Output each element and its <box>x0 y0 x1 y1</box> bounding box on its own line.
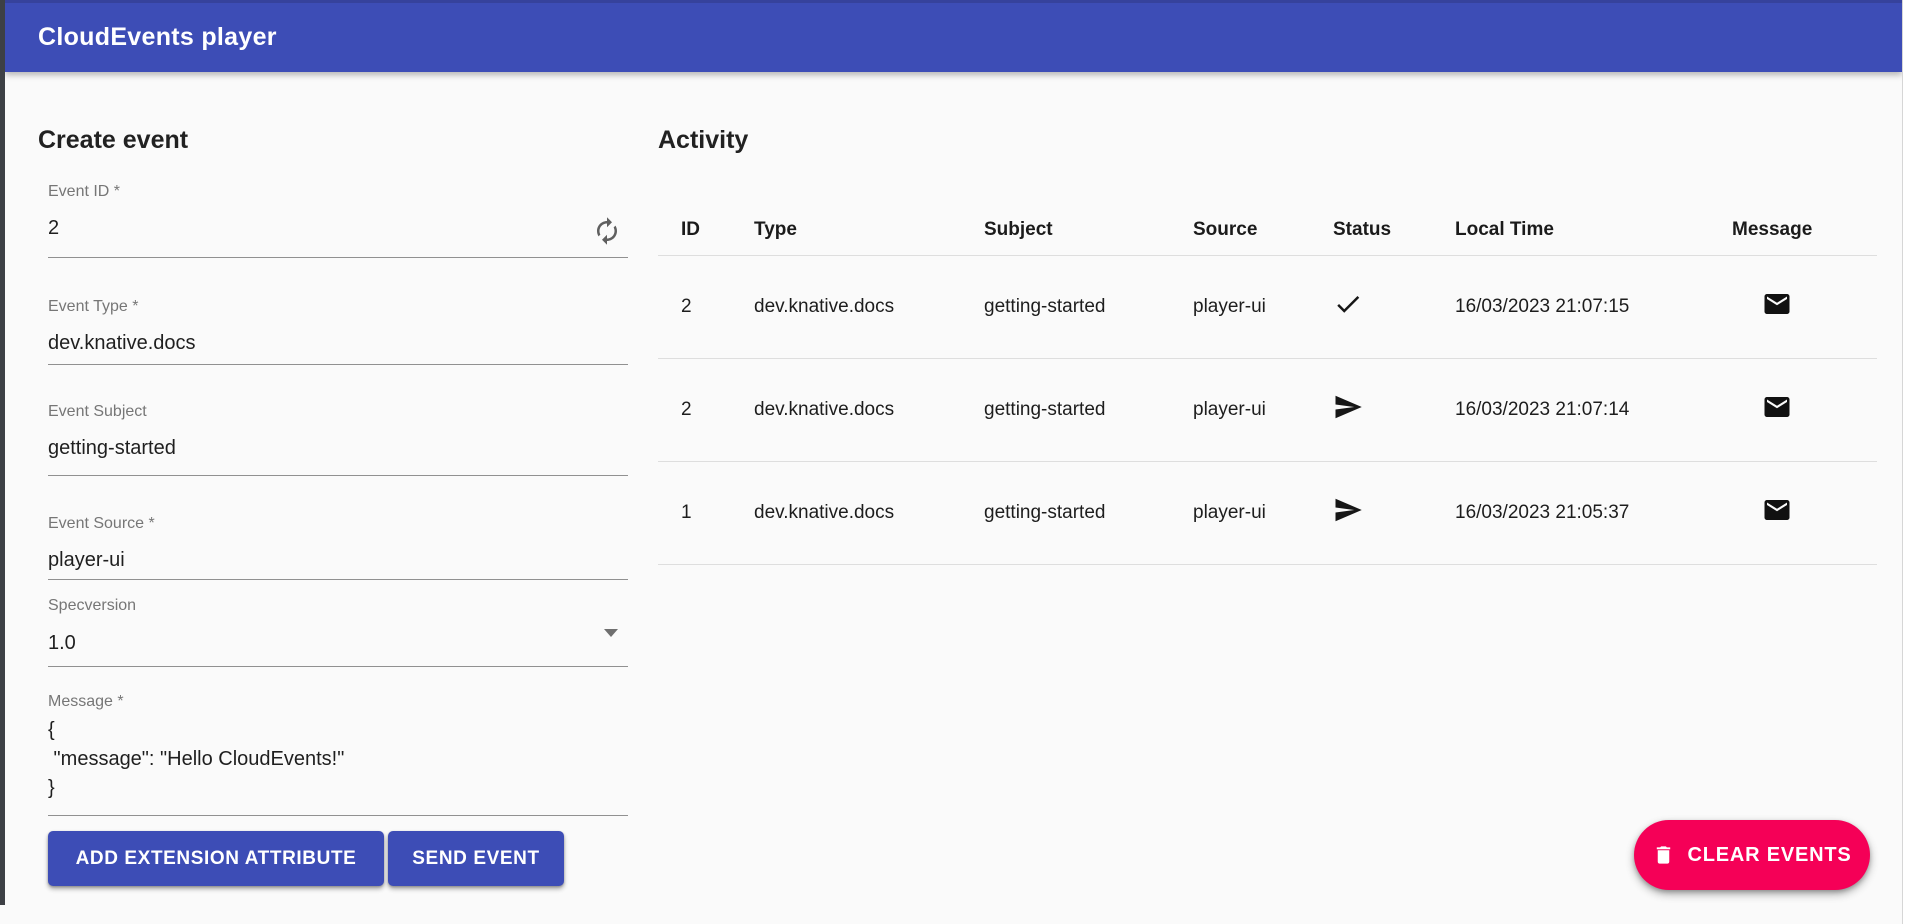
message-label: Message * <box>48 692 628 712</box>
table-row: 2 dev.knative.docs getting-started playe… <box>658 256 1877 359</box>
specversion-field[interactable]: Specversion 1.0 <box>48 596 628 667</box>
message-textarea[interactable]: { "message": "Hello CloudEvents!" } <box>48 716 628 808</box>
event-source-label: Event Source * <box>48 514 628 534</box>
send-icon <box>1333 495 1455 531</box>
event-source-field: Event Source * <box>48 514 628 580</box>
email-icon[interactable] <box>1732 289 1877 325</box>
window-left-edge <box>0 0 5 905</box>
activity-panel: Activity ID Type Subject Source Status L… <box>658 72 1877 565</box>
specversion-label: Specversion <box>48 596 628 616</box>
cell-type: dev.knative.docs <box>754 502 984 524</box>
cell-id: 2 <box>658 296 754 318</box>
col-header-local-time: Local Time <box>1455 218 1732 242</box>
col-header-subject: Subject <box>984 218 1193 242</box>
send-event-button[interactable]: SEND EVENT <box>388 831 564 886</box>
table-row: 2 dev.knative.docs getting-started playe… <box>658 359 1877 462</box>
cell-source: player-ui <box>1193 502 1333 524</box>
cell-type: dev.knative.docs <box>754 296 984 318</box>
cell-type: dev.knative.docs <box>754 399 984 421</box>
send-icon <box>1333 392 1455 428</box>
col-header-source: Source <box>1193 218 1333 242</box>
app-bar: CloudEvents player <box>5 0 1902 72</box>
event-id-field: Event ID * <box>48 182 628 258</box>
activity-heading: Activity <box>658 123 1877 157</box>
event-id-label: Event ID * <box>48 182 628 202</box>
event-id-input[interactable] <box>48 214 628 242</box>
dropdown-caret-icon <box>604 629 618 637</box>
cell-source: player-ui <box>1193 296 1333 318</box>
cell-source: player-ui <box>1193 399 1333 421</box>
col-header-id: ID <box>658 218 754 242</box>
cell-local-time: 16/03/2023 21:05:37 <box>1455 502 1732 524</box>
create-event-panel: Create event Event ID * Event Type * Eve… <box>37 72 633 886</box>
cell-subject: getting-started <box>984 296 1193 318</box>
table-row: 1 dev.knative.docs getting-started playe… <box>658 462 1877 565</box>
autorenew-icon[interactable] <box>592 216 624 248</box>
clear-events-label: CLEAR EVENTS <box>1687 844 1851 867</box>
check-icon <box>1333 289 1455 325</box>
event-type-field: Event Type * <box>48 297 628 365</box>
cell-local-time: 16/03/2023 21:07:14 <box>1455 399 1732 421</box>
cell-id: 1 <box>658 502 754 524</box>
form-actions: ADD EXTENSION ATTRIBUTE SEND EVENT <box>48 831 628 886</box>
event-source-input[interactable] <box>48 546 628 574</box>
create-event-heading: Create event <box>38 123 633 157</box>
event-subject-label: Event Subject <box>48 402 628 422</box>
col-header-status: Status <box>1333 218 1455 242</box>
cloudevents-player-page: CloudEvents player Create event Event ID… <box>0 0 1905 924</box>
email-icon[interactable] <box>1732 392 1877 428</box>
cell-local-time: 16/03/2023 21:07:15 <box>1455 296 1732 318</box>
add-extension-attribute-button[interactable]: ADD EXTENSION ATTRIBUTE <box>48 831 384 886</box>
app-title: CloudEvents player <box>38 23 277 52</box>
event-subject-input[interactable] <box>48 434 628 462</box>
event-type-label: Event Type * <box>48 297 628 317</box>
col-header-type: Type <box>754 218 984 242</box>
activity-table-header: ID Type Subject Source Status Local Time… <box>658 218 1877 256</box>
email-icon[interactable] <box>1732 495 1877 531</box>
specversion-select[interactable]: 1.0 <box>48 629 628 657</box>
message-field: Message * { "message": "Hello CloudEvent… <box>48 692 628 816</box>
event-subject-field: Event Subject <box>48 402 628 476</box>
trash-icon <box>1652 842 1675 868</box>
col-header-message: Message <box>1732 218 1877 242</box>
cell-id: 2 <box>658 399 754 421</box>
cell-subject: getting-started <box>984 502 1193 524</box>
clear-events-button[interactable]: CLEAR EVENTS <box>1634 820 1870 890</box>
cell-subject: getting-started <box>984 399 1193 421</box>
create-event-form: Event ID * Event Type * Event Subject Ev… <box>48 182 628 886</box>
event-type-input[interactable] <box>48 329 628 357</box>
